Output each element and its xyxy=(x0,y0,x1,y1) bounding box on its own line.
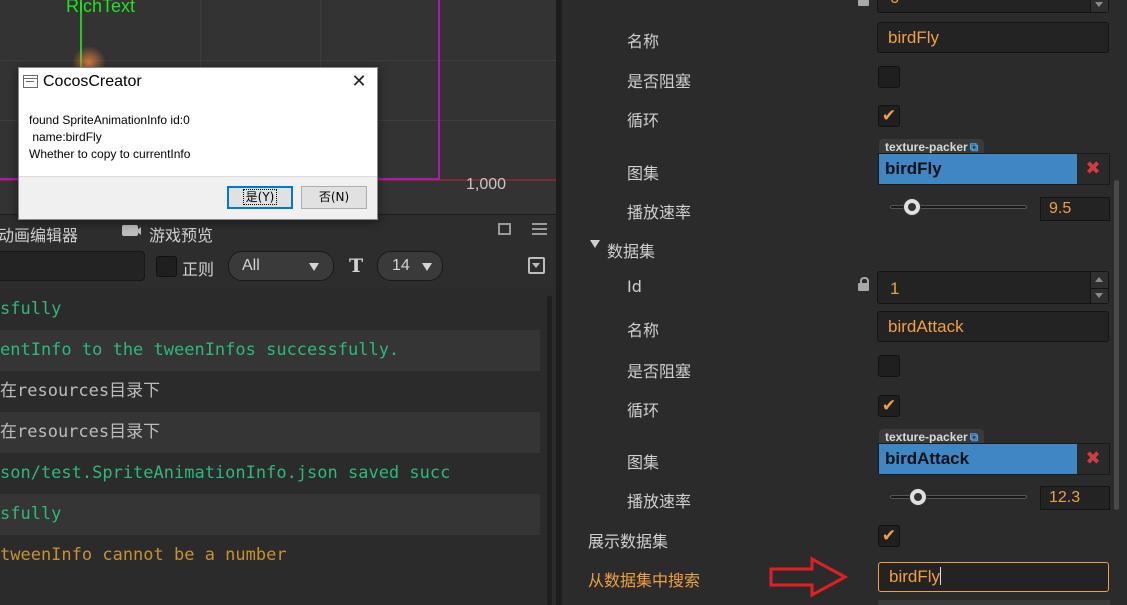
id-stepper[interactable] xyxy=(1090,0,1108,12)
dialog-title: CocosCreator xyxy=(43,73,142,90)
item1-id-value: 1 xyxy=(890,279,900,298)
chevron-down-icon xyxy=(422,263,432,271)
chevron-down-icon xyxy=(309,263,319,271)
regex-checkbox[interactable] xyxy=(156,256,177,277)
console-scrollbar[interactable] xyxy=(547,296,552,605)
item0-name-input[interactable]: birdFly xyxy=(877,22,1109,53)
console-toolbar: 正则 All T 14 xyxy=(0,246,556,288)
search-label: 从数据集中搜索 xyxy=(588,571,701,590)
font-size-icon: T xyxy=(349,255,364,277)
item0-atlas-field[interactable]: birdFly ✖ xyxy=(878,153,1110,185)
item1-atlas-label: 图集 xyxy=(627,453,660,472)
popout-icon[interactable] xyxy=(498,223,511,235)
show-dataset-checkbox[interactable]: ✔ xyxy=(878,525,900,547)
item1-name-label: 名称 xyxy=(627,321,660,340)
dialog-message: found SpriteAnimationInfo id:0 name:bird… xyxy=(29,113,191,161)
lock-icon xyxy=(858,277,869,291)
clear-icon[interactable]: ✖ xyxy=(1077,444,1109,474)
item0-speed-input[interactable]: 9.5 xyxy=(1040,197,1110,221)
annotation-arrow-icon xyxy=(769,556,848,598)
id-stepper[interactable] xyxy=(1090,272,1108,303)
item1-loop-checkbox[interactable]: ✔ xyxy=(878,395,900,417)
console-log-list[interactable]: sfully entInfo to the tweenInfos success… xyxy=(0,289,544,605)
next-field-edge xyxy=(878,600,1110,605)
log-row[interactable]: tweenInfo cannot be a number xyxy=(0,535,540,576)
item1-block-checkbox[interactable] xyxy=(878,355,900,377)
item0-block-checkbox[interactable] xyxy=(878,66,900,88)
scene-ruler-label: 1,000 xyxy=(466,176,507,193)
confirm-dialog: CocosCreator ✕ found SpriteAnimationInfo… xyxy=(18,67,378,220)
yes-button-label: 是(Y) xyxy=(242,189,278,205)
no-button[interactable]: 否(N) xyxy=(301,186,367,209)
item0-speed-label: 播放速率 xyxy=(627,203,692,222)
item1-id-input[interactable]: 1 xyxy=(877,271,1109,304)
camera-icon xyxy=(122,225,138,236)
canvas-boundary-right xyxy=(438,0,440,180)
external-link-icon[interactable]: ⧉ xyxy=(970,140,979,154)
item0-id-input[interactable]: 0 xyxy=(877,0,1109,13)
atlas-tag-text: texture-packer xyxy=(885,140,968,154)
log-row[interactable]: sfully xyxy=(0,289,540,330)
log-row[interactable]: sfully xyxy=(0,494,540,535)
atlas-tag-text: texture-packer xyxy=(885,430,968,444)
yes-button[interactable]: 是(Y) xyxy=(227,186,293,209)
check-icon: ✔ xyxy=(881,396,897,416)
item1-speed-slider[interactable] xyxy=(890,488,1027,506)
external-link-icon[interactable]: ⧉ xyxy=(970,430,979,444)
slider-handle[interactable] xyxy=(903,198,921,216)
show-dataset-label: 展示数据集 xyxy=(588,532,669,551)
item1-speed-input[interactable]: 12.3 xyxy=(1040,486,1110,510)
item0-id-value: 0 xyxy=(890,0,899,7)
search-value: birdFly xyxy=(889,567,941,586)
item0-atlas-label: 图集 xyxy=(627,164,660,183)
lock-icon xyxy=(858,0,869,6)
chevron-down-icon[interactable] xyxy=(590,240,600,248)
log-row[interactable]: son/test.SpriteAnimationInfo.json saved … xyxy=(0,453,540,494)
text-cursor xyxy=(940,567,942,585)
check-icon: ✔ xyxy=(881,526,897,546)
dataset-label[interactable]: 数据集 xyxy=(607,238,655,262)
log-row[interactable]: 在resources目录下 xyxy=(0,371,540,412)
slider-handle[interactable] xyxy=(909,488,927,506)
inspector-panel: 0 名称 birdFly 是否阻塞 循环 ✔ 图集 texture-packer… xyxy=(562,0,1127,605)
font-size-select[interactable]: 14 xyxy=(377,251,443,281)
tab-game-preview[interactable]: 游戏预览 xyxy=(149,222,213,246)
item1-atlas-value: birdAttack xyxy=(885,449,970,468)
inspector-scrollbar[interactable] xyxy=(1114,180,1119,510)
check-icon: ✔ xyxy=(881,106,897,126)
item1-atlas-field[interactable]: birdAttack ✖ xyxy=(878,443,1110,475)
dialog-title-bar[interactable]: CocosCreator ✕ xyxy=(19,68,377,98)
item1-loop-label: 循环 xyxy=(627,401,660,420)
item0-atlas-value: birdFly xyxy=(885,159,942,178)
log-level-value: All xyxy=(242,257,260,274)
console-search-input[interactable] xyxy=(0,251,145,281)
item1-id-label: Id xyxy=(627,277,642,296)
log-row[interactable]: 在resources目录下 xyxy=(0,412,540,453)
log-level-select[interactable]: All xyxy=(228,251,334,281)
item0-loop-checkbox[interactable]: ✔ xyxy=(878,105,900,127)
regex-label: 正则 xyxy=(182,260,215,279)
panel-menu-icon[interactable] xyxy=(532,223,547,235)
item0-loop-label: 循环 xyxy=(627,111,660,130)
item1-name-input[interactable]: birdAttack xyxy=(877,311,1109,342)
item0-name-label: 名称 xyxy=(627,32,660,51)
item0-block-label: 是否阻塞 xyxy=(627,72,692,91)
clear-icon[interactable]: ✖ xyxy=(1077,154,1109,184)
item1-block-label: 是否阻塞 xyxy=(627,362,692,381)
item0-speed-slider[interactable] xyxy=(890,198,1027,216)
close-icon[interactable]: ✕ xyxy=(349,70,369,92)
collapse-icon[interactable] xyxy=(528,257,545,274)
font-size-value: 14 xyxy=(392,257,410,274)
tab-animation-editor[interactable]: 动画编辑器 xyxy=(0,222,78,246)
dialog-footer: 是(Y) 否(N) xyxy=(19,176,377,219)
window-icon xyxy=(23,75,38,88)
log-row[interactable]: entInfo to the tweenInfos successfully. xyxy=(0,330,540,371)
richtext-node-label[interactable]: RichText xyxy=(66,0,135,17)
dataset-search-input[interactable]: birdFly xyxy=(878,562,1109,592)
item1-speed-label: 播放速率 xyxy=(627,492,692,511)
